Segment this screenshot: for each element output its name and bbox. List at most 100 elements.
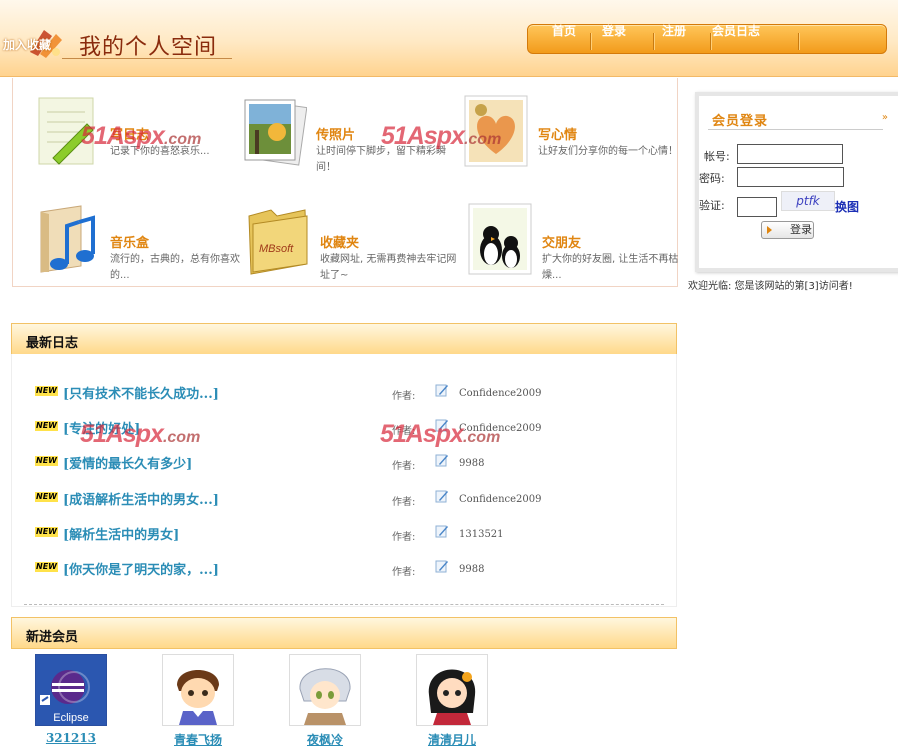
new-badge: NEW [35, 527, 58, 537]
dashed-divider [24, 604, 664, 605]
blog-title-link[interactable]: [只有技术不能长久成功...] [63, 383, 219, 402]
author-label: 作者: [392, 461, 416, 472]
feature-title: 写心情 [538, 128, 578, 143]
nav-separator [798, 33, 800, 50]
author-name: Confidence2009 [459, 423, 542, 434]
feature-description: 让好友们分享你的每一个心情！ [538, 146, 678, 157]
feature-music-box[interactable]: 音乐盒 流行的，古典的，总有你喜欢的... [35, 202, 245, 292]
feature-write-blog[interactable]: 写日志 记录下你的喜怒哀乐... [35, 94, 245, 184]
account-label: 帐号: [704, 150, 730, 163]
author-label: 作者: [392, 567, 416, 578]
blog-row: NEW [你天你是了明天的家，...] 作者: 9988 [35, 559, 675, 579]
author-label: 作者: [392, 497, 416, 508]
avatar[interactable]: Eclipse [35, 654, 107, 726]
feature-title: 交朋友 [542, 236, 582, 251]
svg-text:MBsoft: MBsoft [259, 243, 294, 255]
nav-home[interactable]: 首页 [552, 25, 576, 53]
blog-title-link[interactable]: [专注的好处] [63, 418, 140, 437]
nav-register[interactable]: 注册 [662, 25, 686, 53]
new-badge: NEW [35, 456, 58, 466]
feature-description: 记录下你的喜怒哀乐... [110, 146, 210, 157]
blog-row: NEW [成语解析生活中的男女...] 作者: Confidence2009 [35, 489, 675, 509]
divider [708, 129, 883, 130]
svg-text:Eclipse: Eclipse [53, 712, 88, 724]
cartoon-boy-icon [163, 655, 233, 725]
new-badge: NEW [35, 421, 58, 431]
nav-login[interactable]: 登录 [602, 25, 626, 53]
edit-note-icon [435, 560, 448, 573]
member-name-link[interactable]: 清清月儿 [402, 731, 502, 748]
double-arrow-icon: » [881, 112, 888, 123]
cartoon-girl-icon [417, 655, 487, 725]
play-arrow-icon [767, 226, 772, 234]
penguins-icon [468, 203, 532, 275]
edit-note-icon [435, 384, 448, 397]
author-name: Confidence2009 [459, 388, 542, 399]
latest-blogs-panel: NEW [只有技术不能长久成功...] 作者: Confidence2009 N… [11, 354, 677, 607]
new-badge: NEW [35, 492, 58, 502]
avatar[interactable] [416, 654, 488, 726]
author-label: 作者: [392, 391, 416, 402]
photo-stack-icon [244, 99, 307, 166]
add-favorite-link[interactable]: 加入收藏 [3, 36, 51, 53]
mood-heart-icon [464, 95, 528, 167]
feature-title: 收藏夹 [320, 236, 360, 251]
feature-description: 流行的，古典的，总有你喜欢的... [110, 254, 240, 281]
feature-title: 音乐盒 [110, 236, 150, 251]
blog-row: NEW [解析生活中的男女] 作者: 1313521 [35, 524, 675, 544]
login-title: 会员登录 [712, 114, 769, 129]
feature-make-friends[interactable]: 交朋友 扩大你的好友圈, 让生活不再枯燥... [467, 202, 678, 292]
captcha-image: ptfk [781, 191, 835, 211]
member-login-box: 会员登录 » 帐号: 密码: 验证: ptfk 换图 登录 [695, 92, 898, 272]
blog-row: NEW [爱情的最长久有多少] 作者: 9988 [35, 453, 675, 473]
blog-title-link[interactable]: [成语解析生活中的男女...] [63, 489, 219, 508]
anime-character-icon [290, 655, 360, 725]
blog-row: NEW [专注的好处] 作者: Confidence2009 [35, 418, 675, 438]
avatar[interactable] [289, 654, 361, 726]
site-title: 我的个人空间 [79, 35, 218, 60]
notebook-pencil-icon [38, 97, 94, 165]
title-underline [62, 58, 232, 59]
new-badge: NEW [35, 386, 58, 396]
captcha-input[interactable] [737, 197, 777, 217]
login-submit-button[interactable]: 登录 [761, 221, 814, 239]
avatar[interactable] [162, 654, 234, 726]
refresh-captcha-link[interactable]: 换图 [835, 198, 859, 215]
visitor-counter: 欢迎光临: 您是该网站的第[3]访问者! [688, 281, 853, 292]
verify-label: 验证: [699, 199, 725, 212]
author-label: 作者: [392, 426, 416, 437]
blog-title-link[interactable]: [你天你是了明天的家，...] [63, 559, 219, 578]
new-members-header: 新进会员 [11, 617, 677, 649]
feature-upload-photo[interactable]: 传照片 让时间停下脚步，留下精彩瞬间！ [241, 94, 451, 184]
feature-title: 写日志 [110, 128, 150, 143]
feature-title: 传照片 [316, 128, 356, 143]
author-name: Confidence2009 [459, 494, 542, 505]
password-input[interactable] [737, 167, 844, 187]
site-header: 加入收藏 我的个人空间 首页 登录 注册 会员日志 [0, 0, 898, 77]
blog-row: NEW [只有技术不能长久成功...] 作者: Confidence2009 [35, 383, 675, 403]
author-name: 9988 [459, 458, 485, 469]
author-label: 作者: [392, 532, 416, 543]
account-input[interactable] [737, 144, 843, 164]
author-name: 9988 [459, 564, 485, 575]
feature-grid: 写日志 记录下你的喜怒哀乐... 传照片 让时间停下脚步，留下精彩瞬间！ 写心情… [12, 78, 678, 287]
new-badge: NEW [35, 562, 58, 572]
feature-description: 扩大你的好友圈, 让生活不再枯燥... [542, 254, 679, 281]
eclipse-logo-icon: Eclipse [36, 655, 106, 725]
feature-description: 让时间停下脚步，留下精彩瞬间！ [316, 146, 446, 173]
feature-write-mood[interactable]: 写心情 让好友们分享你的每一个心情！ [463, 94, 678, 184]
member-name-link[interactable]: 321213 [21, 731, 121, 745]
feature-description: 收藏网址, 无需再费神去牢记网址了~ [320, 254, 457, 281]
member-name-link[interactable]: 夜枫冷 [275, 731, 375, 748]
section-title: 新进会员 [26, 630, 79, 645]
blog-title-link[interactable]: [解析生活中的男女] [63, 524, 179, 543]
music-book-icon [40, 205, 95, 273]
nav-separator [590, 33, 592, 50]
edit-note-icon [435, 490, 448, 503]
blog-title-link[interactable]: [爱情的最长久有多少] [63, 453, 192, 472]
latest-blogs-header: 最新日志 [11, 323, 677, 355]
folder-icon: MBsoft [248, 209, 308, 275]
member-name-link[interactable]: 青春飞扬 [148, 731, 248, 748]
feature-favorites[interactable]: MBsoft 收藏夹 收藏网址, 无需再费神去牢记网址了~ [245, 202, 456, 292]
nav-member-blogs[interactable]: 会员日志 [712, 25, 760, 53]
